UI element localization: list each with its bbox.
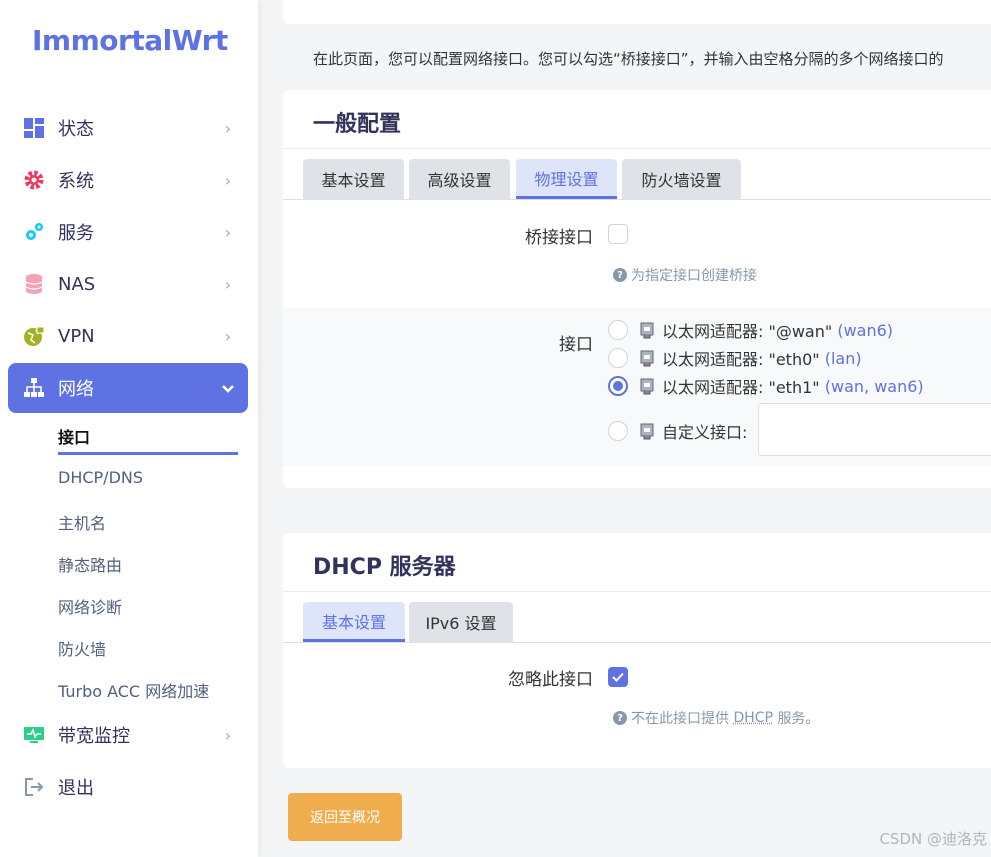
sidebar-item-label: NAS [58,274,216,295]
general-config-card: 一般配置 基本设置 高级设置 物理设置 防火墙设置 桥接接口 ? 为指定接口创建… [283,90,991,488]
radio-button[interactable] [608,348,628,368]
interface-option[interactable]: 以太网适配器: "eth0" (lan) [608,346,862,370]
chevron-right-icon: › [216,119,240,138]
sidebar-subitem-interfaces[interactable]: 接口 [58,424,90,448]
top-card [283,0,991,24]
page-description: 在此页面，您可以配置网络接口。您可以勾选“桥接接口”，并输入由空格分隔的多个网络… [313,48,944,69]
ethernet-icon [638,422,656,440]
sidebar-item-system[interactable]: 系统 › [8,155,248,205]
chevron-right-icon: › [216,223,240,242]
sidebar-item-nas[interactable]: NAS › [8,259,248,309]
sidebar-item-label: 网络 [58,375,216,401]
ethernet-icon [638,377,656,395]
chevron-right-icon: › [216,275,240,294]
sidebar: ImmortalWrt 状态 › 系统 › 服务 › NAS › VPN › 网… [0,0,258,857]
help-icon: ? [613,711,627,725]
logout-icon [22,775,46,799]
sidebar-item-label: 带宽监控 [58,722,216,748]
sidebar-item-logout[interactable]: 退出 [8,762,248,812]
custom-interface-label: 自定义接口: [662,419,747,443]
tab-bar-line [283,642,991,643]
gear-icon [22,168,46,192]
chevron-right-icon: › [216,726,240,745]
main-content: 在此页面，您可以配置网络接口。您可以勾选“桥接接口”，并输入由空格分隔的多个网络… [258,0,991,857]
interface-label: 接口 [559,330,593,355]
tab-dhcp-basic[interactable]: 基本设置 [303,602,405,642]
custom-interface-option[interactable]: 自定义接口: [608,419,747,443]
sidebar-subitem-diagnostics[interactable]: 网络诊断 [58,594,122,618]
interface-option[interactable]: 以太网适配器: "eth1" (wan, wan6) [608,374,924,398]
ignore-interface-checkbox[interactable] [608,667,628,687]
sidebar-subitem-firewall[interactable]: 防火墙 [58,636,106,660]
chevron-right-icon: › [216,171,240,190]
chevron-right-icon: › [216,327,240,346]
sidebar-subitem-hostnames[interactable]: 主机名 [58,510,106,534]
monitor-icon [22,723,46,747]
radio-button-checked[interactable] [608,376,628,396]
hint-text: 为指定接口创建桥接 [631,265,757,285]
sidebar-item-bandwidth[interactable]: 带宽监控 › [8,710,248,760]
custom-interface-input[interactable] [758,403,991,456]
tab-bar-line [283,199,991,200]
sidebar-item-label: 状态 [58,115,216,141]
ethernet-icon [638,349,656,367]
bridge-checkbox[interactable] [608,224,628,244]
tab-firewall[interactable]: 防火墙设置 [622,159,741,199]
ethernet-icon [638,321,656,339]
interface-networks: (lan) [825,349,862,368]
interface-networks: (wan6) [837,321,893,340]
section-title: 一般配置 [313,106,401,138]
sidebar-item-services[interactable]: 服务 › [8,207,248,257]
radio-button[interactable] [608,320,628,340]
sidebar-item-label: 退出 [58,774,248,800]
bridge-label: 桥接接口 [525,223,593,248]
section-title: DHCP 服务器 [313,549,456,581]
interface-name: 以太网适配器: "eth1" [662,374,820,398]
ignore-interface-label: 忽略此接口 [508,665,593,690]
divider [283,591,991,592]
interface-option[interactable]: 以太网适配器: "@wan" (wan6) [608,318,893,342]
tab-physical[interactable]: 物理设置 [516,159,617,199]
radio-button[interactable] [608,421,628,441]
help-icon: ? [613,268,627,282]
hint-text: 服务。 [777,708,819,728]
logo: ImmortalWrt [32,24,228,57]
watermark: CSDN @迪洛克 [879,828,987,849]
check-icon [612,672,624,682]
sidebar-item-vpn[interactable]: VPN › [8,311,248,361]
divider [283,148,991,149]
sidebar-item-network[interactable]: 网络 [8,363,248,413]
sidebar-item-status[interactable]: 状态 › [8,103,248,153]
globe-lock-icon [22,324,46,348]
chevron-down-icon [216,379,240,398]
active-subitem-underline [58,452,238,455]
sidebar-item-label: VPN [58,326,216,347]
sidebar-subitem-static-routes[interactable]: 静态路由 [58,552,122,576]
interface-networks: (wan, wan6) [825,377,924,396]
interface-name: 以太网适配器: "@wan" [662,318,832,342]
dhcp-server-card: DHCP 服务器 基本设置 IPv6 设置 忽略此接口 ? 不在此接口提供 DH… [283,533,991,768]
sidebar-subitem-turbo-acc[interactable]: Turbo ACC 网络加速 [58,678,209,702]
back-to-overview-button[interactable]: 返回至概况 [288,793,402,841]
hint-text: 不在此接口提供 [631,708,729,728]
sidebar-subitem-dhcp-dns[interactable]: DHCP/DNS [58,468,143,487]
cogs-icon [22,220,46,244]
dashboard-icon [22,116,46,140]
tab-dhcp-ipv6[interactable]: IPv6 设置 [409,602,513,642]
tab-advanced[interactable]: 高级设置 [409,159,510,199]
bridge-hint: ? 为指定接口创建桥接 [613,265,757,285]
ignore-hint: ? 不在此接口提供 DHCP 服务。 [613,708,819,728]
tab-basic[interactable]: 基本设置 [303,159,404,199]
dhcp-abbr: DHCP [733,710,773,726]
interface-name: 以太网适配器: "eth0" [662,346,820,370]
database-icon [22,272,46,296]
sidebar-item-label: 系统 [58,167,216,193]
sitemap-icon [22,376,46,400]
sidebar-item-label: 服务 [58,219,216,245]
